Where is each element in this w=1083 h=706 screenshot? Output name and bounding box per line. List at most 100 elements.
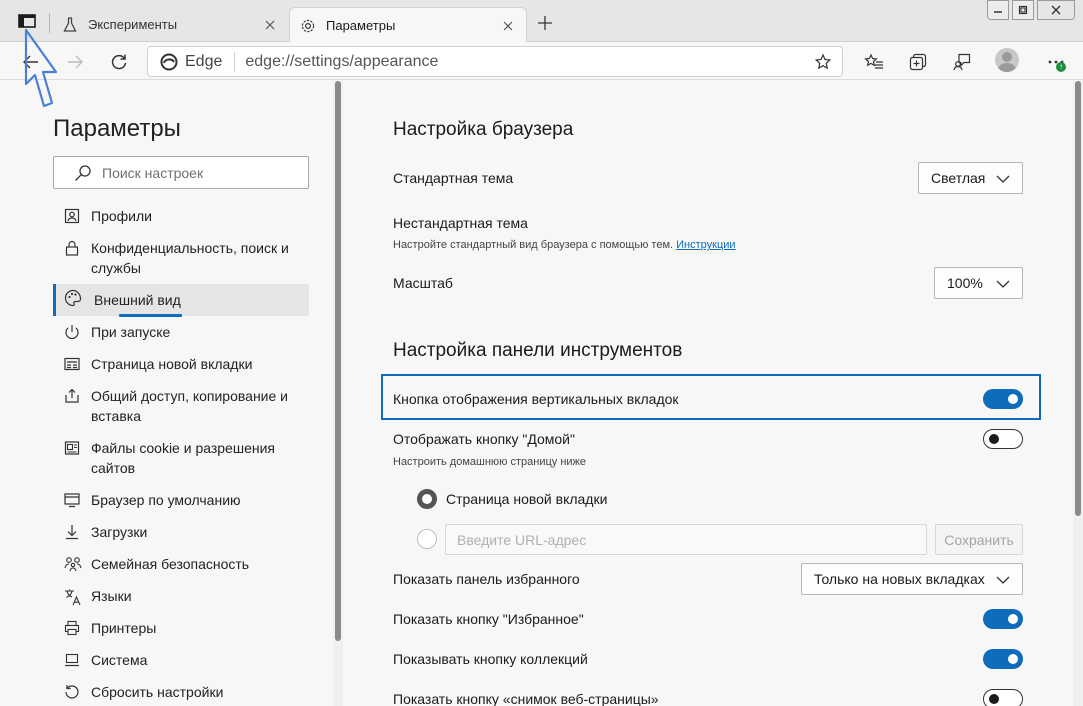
close-tab-icon[interactable] (500, 18, 516, 34)
chevron-down-icon (996, 280, 1010, 288)
home-description: Настроить домашнюю страницу ниже (393, 456, 587, 468)
dropdown-value: Только на новых вкладках (814, 571, 985, 587)
sidebar-item-label: Конфиденциальность, поиск и службы (91, 240, 289, 276)
active-item-underline (119, 314, 182, 317)
sidebar-item-family[interactable]: Семейная безопасность (53, 554, 309, 577)
edge-logo-icon (160, 53, 178, 70)
minimize-button[interactable] (987, 0, 1009, 20)
palette-icon (56, 289, 94, 312)
sidebar-item-printers[interactable]: Принтеры (53, 618, 309, 641)
settings-content: Настройка браузера Стандартная тема Свет… (344, 81, 1073, 706)
sidebar-item-startup[interactable]: При запуске (53, 322, 309, 345)
sidebar-item-languages[interactable]: Языки (53, 586, 309, 611)
search-icon (75, 164, 91, 181)
lock-icon (53, 238, 91, 278)
favbar-dropdown[interactable]: Только на новых вкладках (801, 563, 1023, 595)
sidebar-item-reset[interactable]: Сбросить настройки (53, 682, 309, 705)
cookie-icon (53, 438, 91, 478)
annotation-arrow-icon (24, 28, 58, 108)
profile-avatar[interactable] (995, 48, 1019, 72)
radio-newtab[interactable] (417, 489, 437, 509)
star-plus-icon (814, 53, 832, 70)
settings-sidebar: Параметры Профили Конфиденциальность, по… (0, 81, 343, 706)
collections-toggle[interactable] (983, 649, 1023, 669)
scrollbar-thumb[interactable] (1075, 81, 1081, 516)
gear-icon (300, 18, 316, 34)
sidebar-item-appearance[interactable]: Внешний вид (53, 284, 309, 316)
capture-label: Показать кнопку «снимок веб-страницы» (393, 691, 659, 706)
edge-label: Edge (185, 52, 223, 70)
favorites-list-icon (864, 53, 883, 69)
collections-icon (909, 53, 927, 71)
new-tab-button[interactable] (534, 12, 556, 34)
sidebar-item-label: Сбросить настройки (91, 684, 224, 700)
vertical-tabs-icon (18, 14, 36, 28)
update-badge-icon: ↑ (1056, 62, 1066, 72)
theme-dropdown[interactable]: Светлая (918, 162, 1023, 194)
sidebar-item-downloads[interactable]: Загрузки (53, 522, 309, 545)
radio-url[interactable] (417, 529, 437, 549)
tab-experiments[interactable]: Эксперименты (54, 7, 288, 42)
scrollbar-thumb[interactable] (335, 81, 341, 641)
vertical-tabs-toggle[interactable] (983, 389, 1023, 409)
instructions-link[interactable]: Инструкции (676, 239, 735, 251)
sidebar-item-system[interactable]: Система (53, 650, 309, 673)
close-icon (1051, 5, 1061, 15)
add-favorite-button[interactable] (812, 51, 834, 73)
sidebar-item-label: Система (91, 652, 148, 668)
sidebar-item-new-tab-page[interactable]: Страница новой вкладки (53, 354, 309, 377)
system-icon (53, 650, 91, 673)
search-field[interactable] (53, 156, 309, 189)
sidebar-item-share[interactable]: Общий доступ, копирование и вставка (53, 386, 309, 426)
refresh-icon (111, 54, 127, 70)
refresh-button[interactable] (106, 49, 132, 75)
download-icon (53, 522, 91, 545)
content-scrollbar[interactable] (1073, 81, 1083, 706)
family-icon (53, 554, 91, 577)
sidebar-item-cookies[interactable]: Файлы cookie и разрешения сайтов (53, 438, 309, 478)
zoom-dropdown[interactable]: 100% (934, 267, 1023, 299)
maximize-button[interactable] (1012, 0, 1034, 20)
forward-button[interactable] (62, 49, 88, 75)
collections-label: Показывать кнопку коллекций (393, 651, 588, 667)
default-browser-icon (53, 490, 91, 513)
tab-settings[interactable]: Параметры (289, 7, 527, 43)
tab-label: Эксперименты (88, 17, 178, 32)
sidebar-scrollbar[interactable] (333, 81, 343, 706)
close-window-button[interactable] (1037, 0, 1075, 20)
languages-icon (53, 586, 91, 611)
zoom-label: Масштаб (393, 275, 453, 291)
settings-menu-button[interactable] (1043, 49, 1069, 75)
home-button-toggle[interactable] (983, 429, 1023, 449)
tab-strip: Эксперименты Параметры (0, 0, 1083, 43)
sidebar-item-profiles[interactable]: Профили (53, 206, 309, 229)
reset-icon (53, 682, 91, 705)
feedback-button[interactable] (949, 49, 975, 75)
sidebar-item-default-browser[interactable]: Браузер по умолчанию (53, 490, 309, 513)
custom-theme-text: Настройте стандартный вид браузера с пом… (393, 239, 674, 251)
save-button[interactable]: Сохранить (935, 524, 1023, 555)
chevron-down-icon (996, 576, 1010, 584)
power-icon (53, 322, 91, 345)
capture-toggle[interactable] (983, 689, 1023, 706)
search-input[interactable] (102, 164, 302, 181)
custom-theme-label: Нестандартная тема (393, 215, 528, 231)
custom-theme-description: Настройте стандартный вид браузера с пом… (393, 239, 736, 251)
collections-button[interactable] (905, 49, 931, 75)
sidebar-item-label: Внешний вид (94, 292, 181, 308)
page-title: Параметры (53, 115, 181, 142)
sidebar-item-privacy[interactable]: Конфиденциальность, поиск и службы (53, 238, 309, 278)
close-tab-icon[interactable] (262, 17, 278, 33)
fav-button-toggle[interactable] (983, 609, 1023, 629)
tab-label: Параметры (326, 18, 396, 33)
favorites-button[interactable] (861, 49, 887, 75)
sidebar-item-label: Языки (91, 588, 132, 604)
url-text[interactable]: edge://settings/appearance (245, 53, 438, 71)
share-icon (53, 386, 91, 426)
url-input[interactable] (446, 525, 926, 554)
url-field[interactable] (445, 524, 927, 555)
home-button-label: Отображать кнопку "Домой" (393, 431, 575, 447)
address-bar[interactable]: Edge edge://settings/appearance (147, 46, 843, 77)
flask-icon (62, 16, 78, 33)
favbar-label: Показать панель избранного (393, 571, 580, 587)
